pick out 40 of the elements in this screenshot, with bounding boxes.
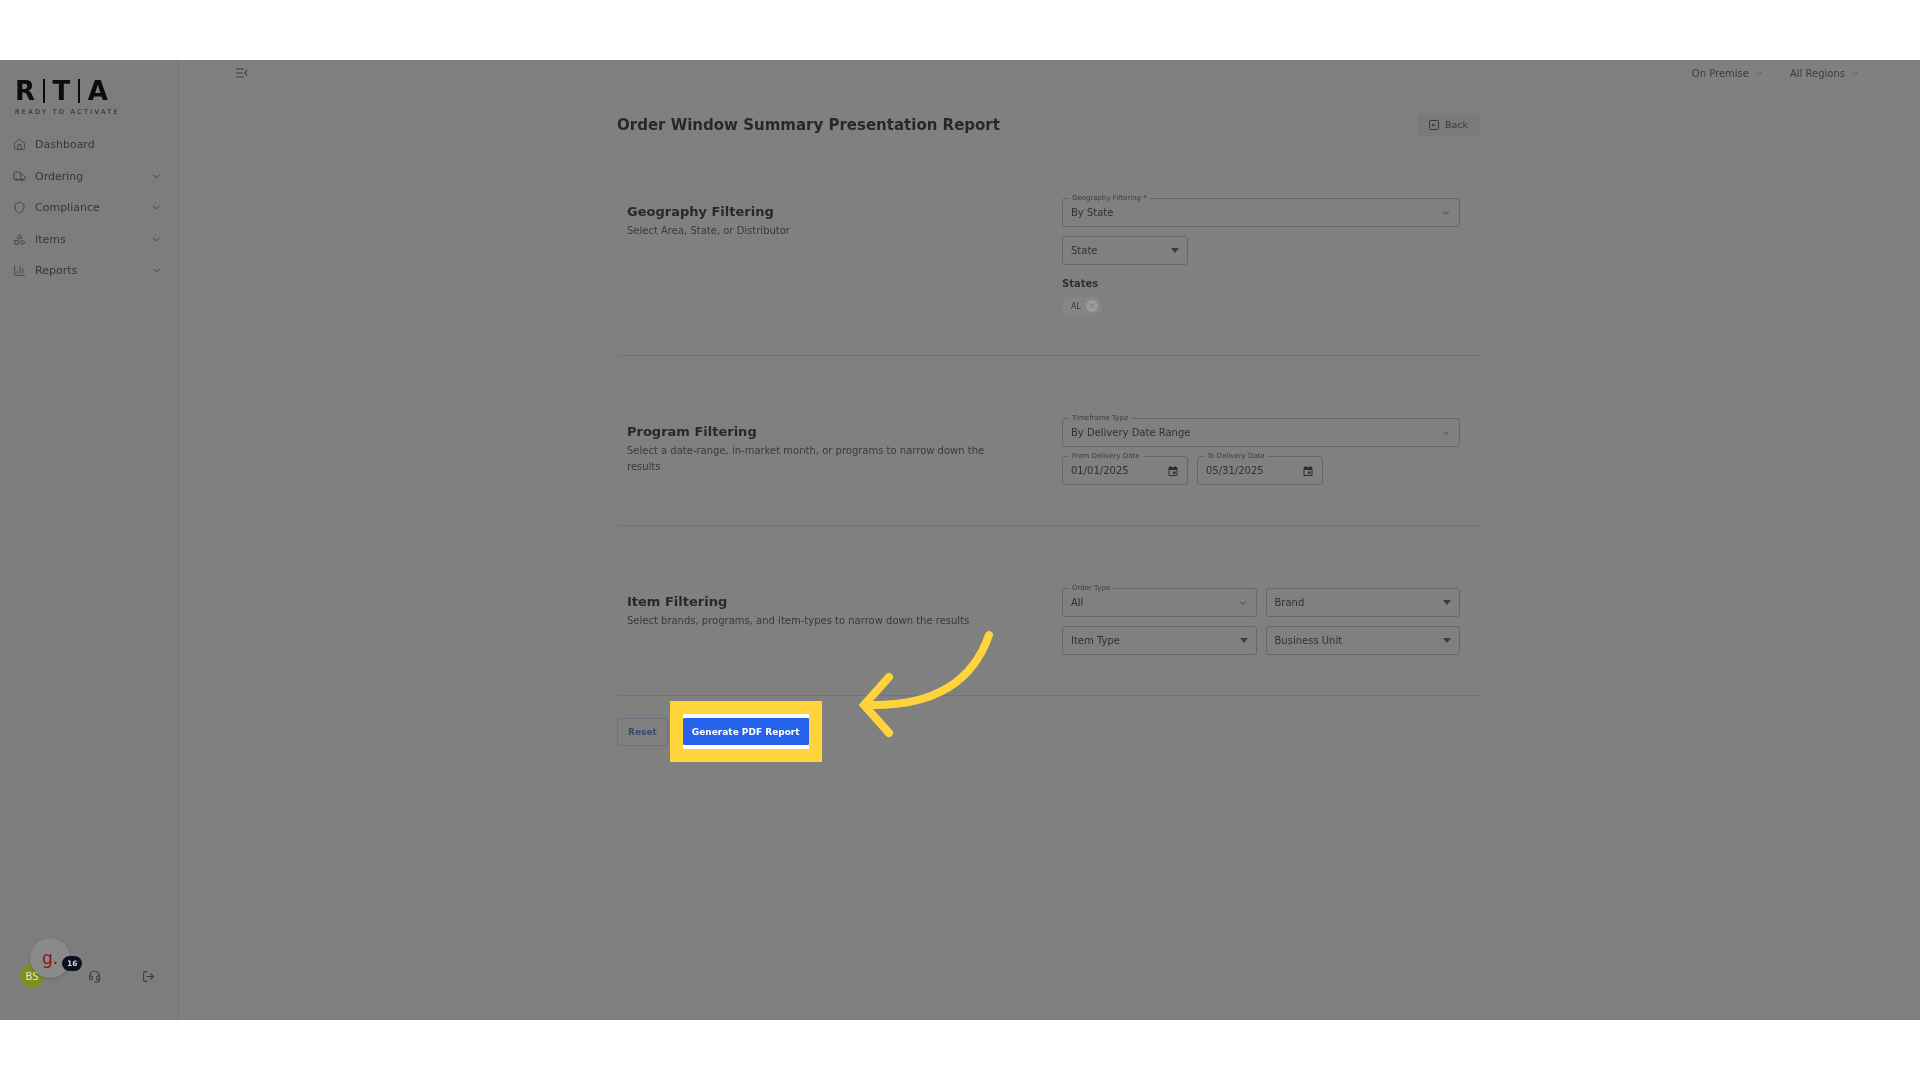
section-description: Select brands, programs, and item-types to narrow down the results bbox=[627, 614, 971, 628]
caret-icon bbox=[1171, 248, 1179, 253]
dropdown-field[interactable]: Item Type bbox=[1062, 626, 1257, 655]
menu-icon[interactable] bbox=[236, 68, 248, 78]
section-title: Program Filtering bbox=[627, 424, 758, 439]
section-title: Geography Filtering bbox=[627, 204, 775, 219]
logo: R T A bbox=[15, 78, 109, 104]
sidebar-item[interactable]: Dashboard bbox=[0, 129, 178, 161]
sidebar-item[interactable]: Reports bbox=[0, 255, 178, 287]
caret-icon bbox=[1443, 600, 1451, 605]
top-selector[interactable]: All Regions bbox=[1789, 67, 1860, 79]
calendar-icon bbox=[1167, 464, 1179, 477]
back-icon bbox=[1428, 119, 1439, 130]
page-title: Order Window Summary Presentation Report bbox=[617, 115, 1000, 134]
generate-button[interactable]: Generate PDF Report bbox=[681, 718, 810, 745]
chips-label: States bbox=[1062, 278, 1100, 289]
caret-icon bbox=[1239, 638, 1248, 643]
back-button[interactable]: Back bbox=[1416, 113, 1480, 136]
sidebar-item[interactable]: Items bbox=[0, 223, 178, 255]
bar-chart-icon bbox=[13, 264, 26, 278]
top-selector[interactable]: On Premise bbox=[1691, 67, 1764, 79]
headset-icon[interactable] bbox=[88, 970, 101, 983]
state-chip[interactable]: AL bbox=[1062, 297, 1102, 315]
dropdown-field[interactable]: State bbox=[1062, 236, 1188, 265]
remove-icon[interactable] bbox=[1085, 300, 1098, 312]
section-title: Item Filtering bbox=[627, 594, 729, 609]
section-description: Select a date-range, in-market month, or programs to narrow down the results bbox=[627, 444, 986, 474]
calendar-icon bbox=[1302, 464, 1314, 477]
dropdown-field[interactable]: Business Unit bbox=[1265, 626, 1460, 655]
caret-icon bbox=[1443, 638, 1451, 643]
section-description: Select Area, State, or Distributor bbox=[627, 224, 791, 238]
sidebar-item[interactable]: Compliance bbox=[0, 192, 178, 224]
shapes-icon bbox=[13, 232, 26, 246]
shield-icon bbox=[13, 201, 26, 215]
dropdown-field[interactable]: Brand bbox=[1265, 588, 1460, 617]
home-icon bbox=[13, 138, 26, 152]
sidebar-item[interactable]: Ordering bbox=[0, 160, 178, 192]
logout-icon[interactable] bbox=[142, 970, 155, 983]
reset-button[interactable]: Reset bbox=[617, 717, 668, 746]
truck-icon bbox=[13, 169, 26, 183]
